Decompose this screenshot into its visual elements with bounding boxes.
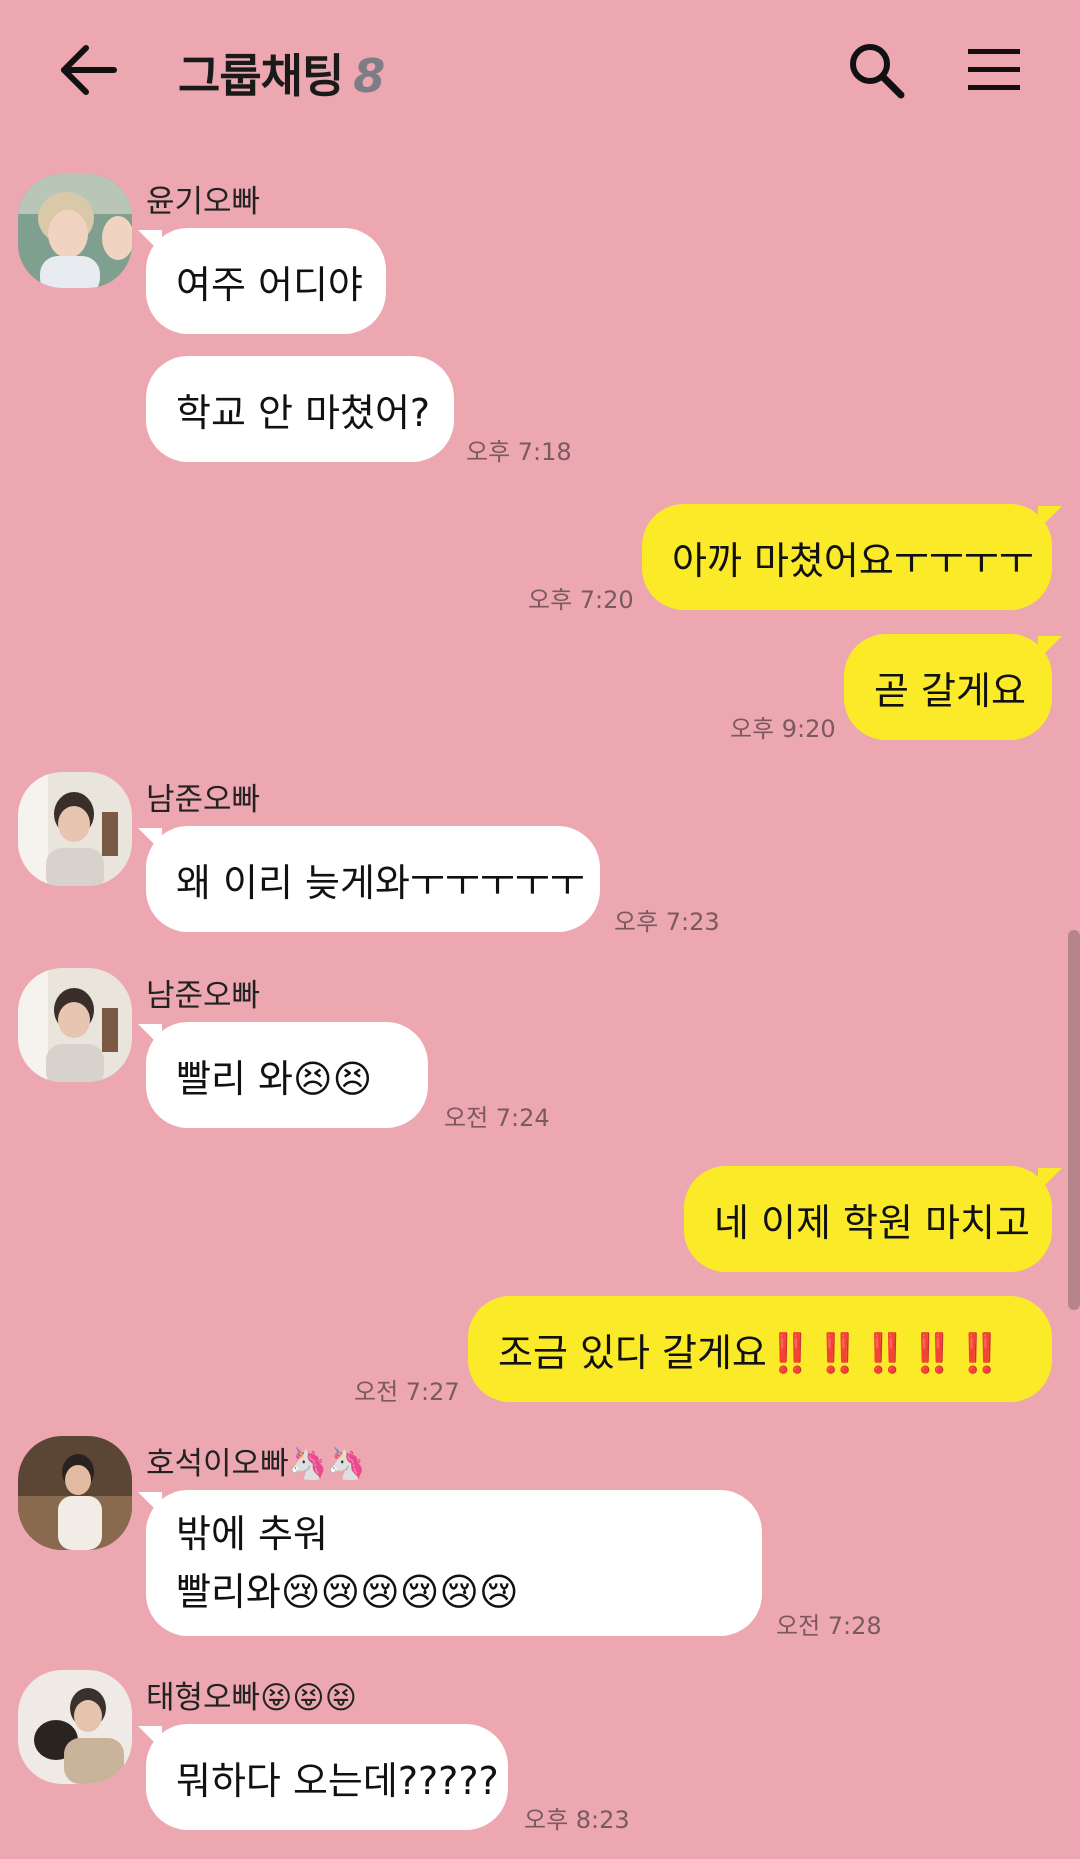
sender-name: 윤기오빠 — [146, 184, 261, 220]
search-button[interactable] — [846, 40, 906, 100]
message-bubble[interactable]: 네 이제 학원 마치고 — [684, 1166, 1052, 1272]
message-time: 오후 7:18 — [466, 438, 572, 466]
arrow-left-icon — [61, 45, 117, 95]
message-time: 오후 7:23 — [614, 908, 720, 936]
profile-photo-icon — [18, 1670, 132, 1784]
message-time: 오전 7:28 — [776, 1612, 882, 1640]
message-bubble[interactable]: 빨리 와😣😣 — [146, 1022, 428, 1128]
scrollbar[interactable] — [1068, 930, 1080, 1310]
message-bubble[interactable]: 조금 있다 갈게요‼️‼️‼️‼️‼️ — [468, 1296, 1052, 1402]
menu-icon — [968, 49, 1020, 90]
member-count: 8 — [353, 49, 385, 103]
message-bubble[interactable]: 여주 어디야 — [146, 228, 386, 334]
profile-photo-icon — [18, 174, 132, 288]
profile-photo-icon — [18, 772, 132, 886]
bubble-tail — [1038, 636, 1062, 660]
chat-header: 그룹채팅 8 — [0, 0, 1080, 140]
sender-name: 태형오빠😝😝😝 — [146, 1680, 358, 1716]
message-bubble[interactable]: 밖에 추워 빨리와😢😢😢😢😢😢 — [146, 1490, 762, 1636]
chat-title-text: 그룹채팅 — [178, 49, 344, 103]
chat-title: 그룹채팅 8 — [178, 40, 385, 106]
menu-button[interactable] — [966, 46, 1022, 94]
avatar[interactable] — [18, 1670, 132, 1784]
message-time: 오후 7:20 — [528, 586, 634, 614]
avatar[interactable] — [18, 772, 132, 886]
sender-name: 남준오빠 — [146, 978, 261, 1014]
message-time: 오후 8:23 — [524, 1806, 630, 1834]
profile-photo-icon — [18, 968, 132, 1082]
bubble-tail — [1038, 506, 1062, 530]
avatar[interactable] — [18, 968, 132, 1082]
message-bubble[interactable]: 왜 이리 늦게와ㅜㅜㅜㅜㅜ — [146, 826, 600, 932]
profile-photo-icon — [18, 1436, 132, 1550]
sender-name: 호석이오빠🦄🦄 — [146, 1446, 366, 1482]
bubble-tail — [1038, 1168, 1062, 1192]
message-bubble[interactable]: 학교 안 마쳤어? — [146, 356, 454, 462]
avatar[interactable] — [18, 174, 132, 288]
message-time: 오전 7:27 — [354, 1378, 460, 1406]
sender-name: 남준오빠 — [146, 782, 261, 818]
message-bubble[interactable]: 곧 갈게요 — [844, 634, 1052, 740]
message-line: 밖에 추워 — [176, 1512, 328, 1556]
message-time: 오전 7:24 — [444, 1104, 550, 1132]
message-bubble[interactable]: 뭐하다 오는데????? — [146, 1724, 508, 1830]
avatar[interactable] — [18, 1436, 132, 1550]
message-bubble[interactable]: 아까 마쳤어요ㅜㅜㅜㅜ — [642, 504, 1052, 610]
message-line: 빨리와😢😢😢😢😢😢 — [176, 1570, 519, 1614]
message-time: 오후 9:20 — [730, 715, 836, 743]
back-button[interactable] — [58, 42, 118, 98]
search-icon — [850, 44, 905, 99]
